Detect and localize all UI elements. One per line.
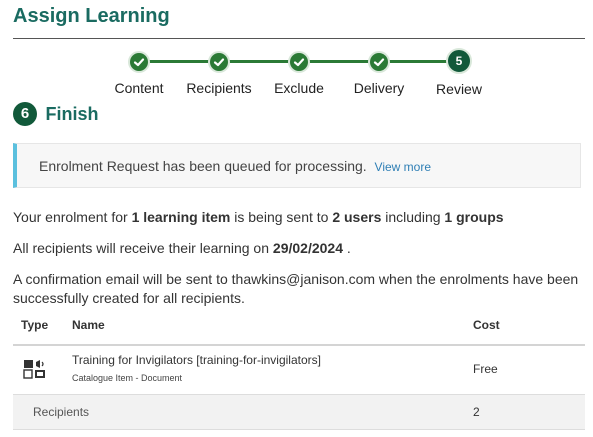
confirmation-email-text: A confirmation email will be sent to tha… — [13, 270, 578, 308]
delivery-date-line: All recipients will receive their learni… — [13, 240, 351, 256]
column-header-name: Name — [72, 318, 105, 332]
finish-step-number: 6 — [13, 102, 37, 126]
step-label: Recipients — [186, 80, 252, 96]
summary-text: . — [342, 240, 351, 256]
step-complete-check-icon — [128, 51, 150, 73]
confirmation-line-1: A confirmation email will be sent to tha… — [13, 271, 579, 287]
step-complete-check-icon — [288, 51, 310, 73]
assign-learning-page: Assign Learning Content Recipients Exclu… — [0, 0, 593, 437]
step-complete-check-icon — [208, 51, 230, 73]
summary-text: All recipients will receive their learni… — [13, 240, 273, 256]
group-count: 1 groups — [444, 209, 504, 225]
document-media-icon — [23, 360, 45, 379]
wizard-stepper: Content Recipients Exclude Delivery 5 Re… — [0, 48, 593, 97]
step-number: 5 — [446, 48, 472, 74]
item-name: Training for Invigilators [training-for-… — [72, 353, 321, 367]
alert-message: Enrolment Request has been queued for pr… — [39, 158, 367, 174]
enrolment-summary-line: Your enrolment for 1 learning item is be… — [13, 209, 504, 225]
header-divider — [13, 344, 585, 346]
step-exclude[interactable]: Exclude — [254, 48, 344, 96]
step-complete-check-icon — [368, 51, 390, 73]
item-subtitle: Catalogue Item - Document — [72, 373, 183, 383]
learning-item-count: 1 learning item — [131, 209, 231, 225]
summary-text: Your enrolment for — [13, 209, 132, 225]
title-divider — [13, 38, 585, 39]
step-label: Review — [436, 81, 482, 97]
column-header-cost: Cost — [473, 318, 500, 332]
info-alert: Enrolment Request has been queued for pr… — [13, 143, 581, 188]
finish-heading: 6 Finish — [13, 102, 98, 128]
confirmation-line-2: successfully created for all recipients. — [13, 290, 245, 306]
delivery-date: 29/02/2024 — [272, 240, 343, 256]
item-cost: Free — [473, 362, 498, 376]
step-content[interactable]: Content — [94, 48, 184, 96]
step-label: Delivery — [353, 80, 405, 96]
step-review[interactable]: 5 Review — [414, 48, 504, 97]
recipients-summary-row: Recipients 2 — [13, 394, 585, 430]
summary-text: is being sent to — [230, 209, 333, 225]
column-header-type: Type — [21, 318, 49, 332]
step-delivery[interactable]: Delivery — [334, 48, 424, 96]
step-label: Exclude — [274, 80, 324, 96]
recipients-count: 2 — [473, 405, 480, 419]
recipients-label: Recipients — [33, 405, 90, 419]
user-count: 2 users — [332, 209, 382, 225]
summary-text: including — [381, 209, 445, 225]
view-more-link[interactable]: View more — [375, 160, 431, 174]
step-label: Content — [114, 80, 164, 96]
finish-label: Finish — [45, 103, 99, 124]
step-recipients[interactable]: Recipients — [174, 48, 264, 96]
page-title: Assign Learning — [13, 5, 170, 27]
alert-message-row: Enrolment Request has been queued for pr… — [39, 158, 431, 174]
